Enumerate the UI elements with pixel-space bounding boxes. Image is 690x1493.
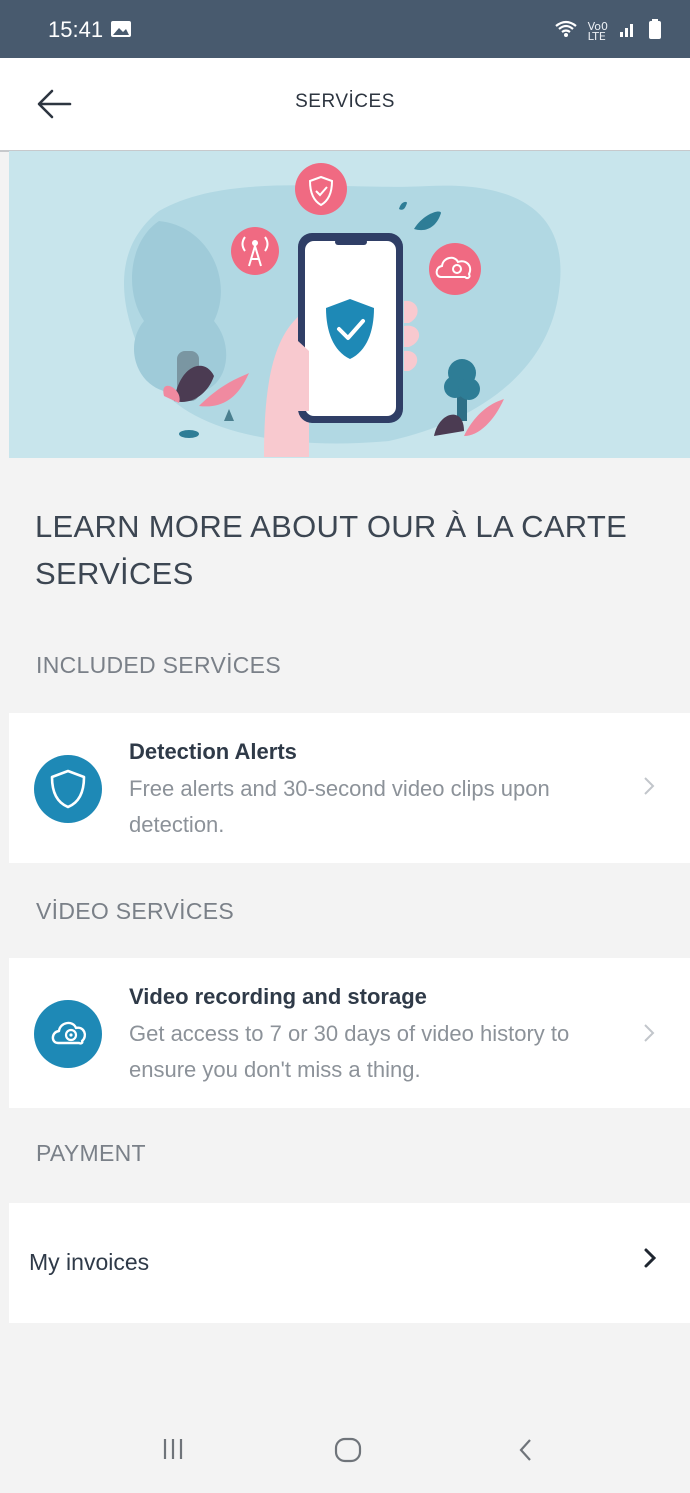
video-recording-title: Video recording and storage <box>129 984 427 1009</box>
section-label-included: INCLUDED SERVİCES <box>36 652 281 678</box>
signal-icon <box>618 20 638 43</box>
section-label-payment: PAYMENT <box>36 1140 146 1166</box>
cloud-camera-icon <box>34 1000 102 1068</box>
headline: LEARN MORE ABOUT OUR À LA CARTE SERVİCES <box>35 509 628 591</box>
chevron-right-icon <box>642 773 656 804</box>
gallery-notification-icon <box>110 20 132 43</box>
system-icons: Vo0 LTE <box>554 18 662 45</box>
page-title: SERVİCES <box>295 91 395 112</box>
section-label-video: VİDEO SERVİCES <box>36 898 235 924</box>
video-recording-card[interactable]: Video recording and storage Get access t… <box>9 958 690 1108</box>
back-button[interactable] <box>516 1436 536 1469</box>
hero-illustration <box>9 151 690 458</box>
detection-alerts-description: Free alerts and 30-second video clips up… <box>129 776 550 837</box>
chevron-right-icon <box>642 1245 658 1276</box>
detection-alerts-title: Detection Alerts <box>129 739 297 764</box>
status-time: 15:41 <box>48 17 104 42</box>
system-nav-bar <box>0 1410 690 1493</box>
battery-icon <box>648 18 662 45</box>
detection-alerts-card[interactable]: Detection Alerts Free alerts and 30-seco… <box>9 713 690 863</box>
video-recording-description: Get access to 7 or 30 days of video hist… <box>129 1021 570 1082</box>
volte-bottom-text: LTE <box>587 29 606 43</box>
my-invoices-row[interactable]: My invoices <box>9 1203 690 1323</box>
recent-apps-button[interactable] <box>160 1436 186 1467</box>
volte-indicator: Vo0 LTE <box>587 21 608 43</box>
chevron-right-icon <box>642 1020 656 1051</box>
my-invoices-label: My invoices <box>29 1249 150 1275</box>
home-button[interactable] <box>333 1436 363 1469</box>
app-bar: SERVİCES <box>0 58 690 152</box>
status-bar: 15:41 Vo0 LTE <box>0 0 690 58</box>
shield-icon <box>34 755 102 823</box>
wifi-icon <box>554 19 578 44</box>
